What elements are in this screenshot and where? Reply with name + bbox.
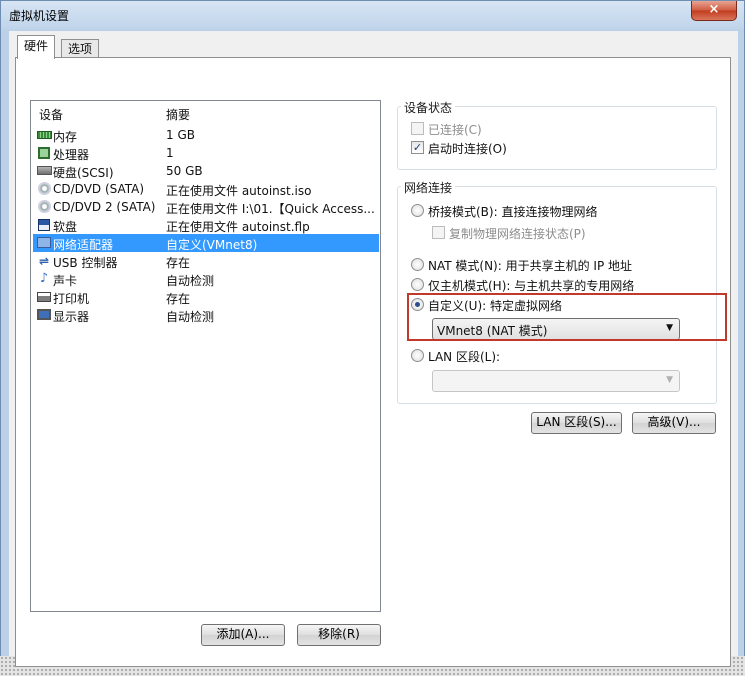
host-only-mode-radio[interactable]: 仅主机模式(H): 与主机共享的专用网络 [411, 277, 711, 293]
device-row-usb-controller[interactable]: ⇌ USB 控制器 存在 [33, 252, 379, 271]
connected-label: 已连接(C) [428, 123, 482, 137]
title-bar[interactable]: 虚拟机设置 × [1, 1, 744, 29]
vm-settings-window: 虚拟机设置 × 硬件 选项 设备 摘要 内存 1 GB 处理器 1 硬盘(SCS… [0, 0, 745, 667]
device-summary: 自定义(VMnet8) [166, 238, 258, 252]
connected-checkbox[interactable]: 已连接(C) [411, 121, 611, 137]
device-summary: 自动检测 [166, 310, 215, 324]
monitor-icon [36, 308, 52, 321]
radio-circle [411, 204, 424, 217]
network-adapter-icon [36, 236, 52, 249]
lan-segment-select[interactable]: ▼ [432, 370, 680, 392]
device-list[interactable]: 设备 摘要 内存 1 GB 处理器 1 硬盘(SCSI) 50 GB CD/DV… [30, 100, 381, 612]
device-row-memory[interactable]: 内存 1 GB [33, 126, 379, 144]
device-name: 内存 [53, 130, 78, 144]
device-name: 硬盘(SCSI) [53, 166, 114, 180]
column-header-summary: 摘要 [166, 108, 191, 122]
device-summary: 50 GB [166, 164, 203, 178]
device-summary: 自动检测 [166, 274, 215, 288]
advanced-button[interactable]: 高级(V)... [632, 412, 716, 434]
tab-options[interactable]: 选项 [61, 39, 100, 59]
device-name: 显示器 [53, 310, 90, 324]
printer-icon [36, 290, 52, 303]
lan-segment-label: LAN 区段(L): [428, 350, 501, 364]
annotation-highlight-box [407, 293, 727, 341]
tab-hardware-label: 硬件 [24, 39, 49, 53]
dialog-client-area: 硬件 选项 设备 摘要 内存 1 GB 处理器 1 硬盘(SCSI) 50 GB… [9, 31, 738, 667]
hard-disk-icon [36, 164, 52, 177]
add-device-button[interactable]: 添加(A)... [201, 624, 285, 646]
usb-icon: ⇌ [38, 253, 50, 268]
bridged-mode-radio[interactable]: 桥接模式(B): 直接连接物理网络 [411, 203, 711, 219]
nat-mode-label: NAT 模式(N): 用于共享主机的 IP 地址 [428, 259, 633, 273]
lan-segment-radio[interactable]: LAN 区段(L): [411, 348, 611, 364]
device-row-printer[interactable]: 打印机 存在 [33, 288, 379, 306]
device-name: 声卡 [53, 274, 78, 288]
radio-circle [411, 278, 424, 291]
device-status-title: 设备状态 [401, 99, 456, 116]
tab-hardware[interactable]: 硬件 [17, 35, 56, 59]
tab-options-label: 选项 [68, 42, 93, 56]
close-icon: × [708, 2, 720, 17]
device-name: 处理器 [53, 148, 90, 162]
device-row-floppy[interactable]: 软盘 正在使用文件 autoinst.flp [33, 216, 379, 234]
device-summary: 正在使用文件 autoinst.iso [166, 184, 312, 198]
host-only-mode-label: 仅主机模式(H): 与主机共享的专用网络 [428, 279, 635, 293]
device-row-sound-card[interactable]: ♪ 声卡 自动检测 [33, 270, 379, 288]
device-name: 网络适配器 [53, 238, 114, 252]
checkbox-box [432, 226, 445, 239]
device-row-cd-dvd[interactable]: CD/DVD (SATA) 正在使用文件 autoinst.iso [33, 180, 379, 198]
device-name: CD/DVD 2 (SATA) [53, 200, 156, 214]
close-button[interactable]: × [691, 1, 737, 21]
device-name: CD/DVD (SATA) [53, 182, 145, 196]
replicate-physical-state-checkbox[interactable]: 复制物理网络连接状态(P) [432, 225, 702, 241]
device-summary: 正在使用文件 autoinst.flp [166, 220, 310, 234]
cd-dvd-icon [36, 200, 52, 213]
device-row-cd-dvd-2[interactable]: CD/DVD 2 (SATA) 正在使用文件 I:\01.【Quick Acce… [33, 198, 379, 216]
connect-at-power-on-label: 启动时连接(O) [428, 142, 507, 156]
connect-at-power-on-checkbox[interactable]: ✓ 启动时连接(O) [411, 140, 611, 156]
device-row-hard-disk[interactable]: 硬盘(SCSI) 50 GB [33, 162, 379, 180]
nat-mode-radio[interactable]: NAT 模式(N): 用于共享主机的 IP 地址 [411, 257, 711, 273]
device-row-network-adapter[interactable]: 网络适配器 自定义(VMnet8) [33, 234, 379, 252]
network-connection-title: 网络连接 [401, 179, 456, 196]
sound-card-icon: ♪ [39, 271, 49, 286]
lan-segments-button[interactable]: LAN 区段(S)... [531, 412, 622, 434]
window-title: 虚拟机设置 [9, 9, 70, 23]
floppy-icon [36, 218, 52, 231]
device-name: 软盘 [53, 220, 78, 234]
device-summary: 正在使用文件 I:\01.【Quick Access... [166, 202, 375, 216]
hardware-tab-panel: 设备 摘要 内存 1 GB 处理器 1 硬盘(SCSI) 50 GB CD/DV… [15, 57, 731, 667]
checkbox-box [411, 122, 424, 135]
device-name: USB 控制器 [53, 256, 118, 270]
bridged-mode-label: 桥接模式(B): 直接连接物理网络 [428, 205, 598, 219]
column-header-device: 设备 [39, 108, 64, 122]
processor-icon [36, 146, 52, 159]
device-summary: 1 GB [166, 128, 195, 142]
replicate-physical-state-label: 复制物理网络连接状态(P) [449, 227, 586, 241]
device-summary: 存在 [166, 256, 191, 270]
remove-device-button[interactable]: 移除(R) [297, 624, 381, 646]
device-list-header: 设备 摘要 [31, 106, 380, 122]
cd-dvd-icon [36, 182, 52, 195]
device-summary: 存在 [166, 292, 191, 306]
device-row-processor[interactable]: 处理器 1 [33, 144, 379, 162]
radio-circle [411, 349, 424, 362]
device-name: 打印机 [53, 292, 90, 306]
memory-icon [36, 128, 52, 141]
device-row-monitor[interactable]: 显示器 自动检测 [33, 306, 379, 324]
radio-circle [411, 258, 424, 271]
checkmark-icon: ✓ [411, 141, 424, 154]
chevron-down-icon: ▼ [666, 375, 673, 385]
device-summary: 1 [166, 146, 174, 160]
